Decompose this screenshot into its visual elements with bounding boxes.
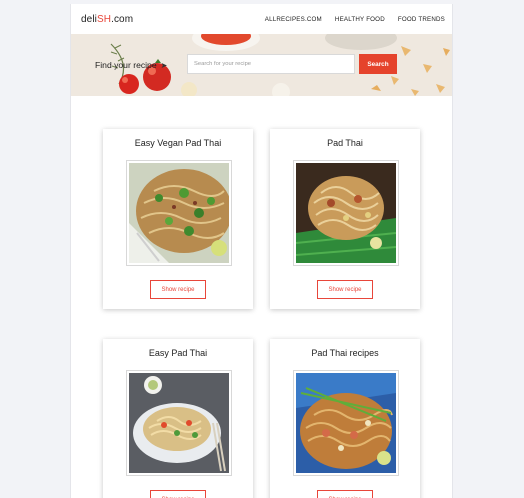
nav-link-allrecipes[interactable]: ALLRECIPES.COM bbox=[265, 16, 322, 23]
site-logo[interactable]: deliSH.com bbox=[81, 14, 133, 25]
show-recipe-button[interactable]: Show recipe bbox=[150, 280, 206, 299]
recipe-title: Pad Thai bbox=[327, 138, 363, 148]
page-container: deliSH.com ALLRECIPES.COM HEALTHY FOOD F… bbox=[70, 4, 453, 498]
logo-prefix: deli bbox=[81, 13, 97, 25]
show-recipe-button[interactable]: Show recipe bbox=[150, 490, 206, 498]
search-input[interactable] bbox=[187, 54, 355, 74]
recipe-title: Easy Vegan Pad Thai bbox=[134, 138, 222, 148]
recipe-image-frame bbox=[126, 160, 232, 266]
recipe-image-frame bbox=[126, 370, 232, 476]
logo-suffix: .com bbox=[111, 13, 134, 25]
recipe-title: Easy Pad Thai bbox=[148, 348, 208, 358]
recipe-image-frame bbox=[293, 160, 399, 266]
logo-accent: SH bbox=[96, 13, 112, 25]
search-button[interactable]: Search bbox=[359, 54, 397, 74]
top-navbar: deliSH.com ALLRECIPES.COM HEALTHY FOOD F… bbox=[71, 4, 452, 34]
show-recipe-button[interactable]: Show recipe bbox=[317, 490, 373, 498]
find-recipe-text: Find your recipe bbox=[95, 60, 157, 70]
show-recipe-button[interactable]: Show recipe bbox=[317, 280, 373, 299]
recipe-image bbox=[129, 163, 229, 263]
nav-link-healthy-food[interactable]: HEALTHY FOOD bbox=[335, 16, 385, 23]
recipe-image-frame bbox=[293, 370, 399, 476]
recipe-card-easy-pad-thai: Easy Pad Thai Show recipe bbox=[103, 339, 253, 498]
recipe-image bbox=[296, 373, 396, 473]
recipe-image bbox=[296, 163, 396, 263]
hero-banner: Find your recipe ➤ Search bbox=[71, 34, 452, 96]
recipe-card-easy-vegan-pad-thai: Easy Vegan Pad Thai Show recipe bbox=[103, 129, 253, 309]
recipe-title: Pad Thai recipes bbox=[311, 348, 379, 358]
main-nav: ALLRECIPES.COM HEALTHY FOOD FOOD TRENDS bbox=[265, 16, 445, 23]
nav-link-food-trends[interactable]: FOOD TRENDS bbox=[398, 16, 445, 23]
recipe-card-pad-thai: Pad Thai Show recipe bbox=[270, 129, 420, 309]
find-recipe-label: Find your recipe ➤ bbox=[95, 60, 167, 70]
recipe-card-pad-thai-recipes: Pad Thai recipes Show recipe bbox=[270, 339, 420, 498]
recipe-image bbox=[129, 373, 229, 473]
arrow-right-icon: ➤ bbox=[160, 60, 168, 70]
